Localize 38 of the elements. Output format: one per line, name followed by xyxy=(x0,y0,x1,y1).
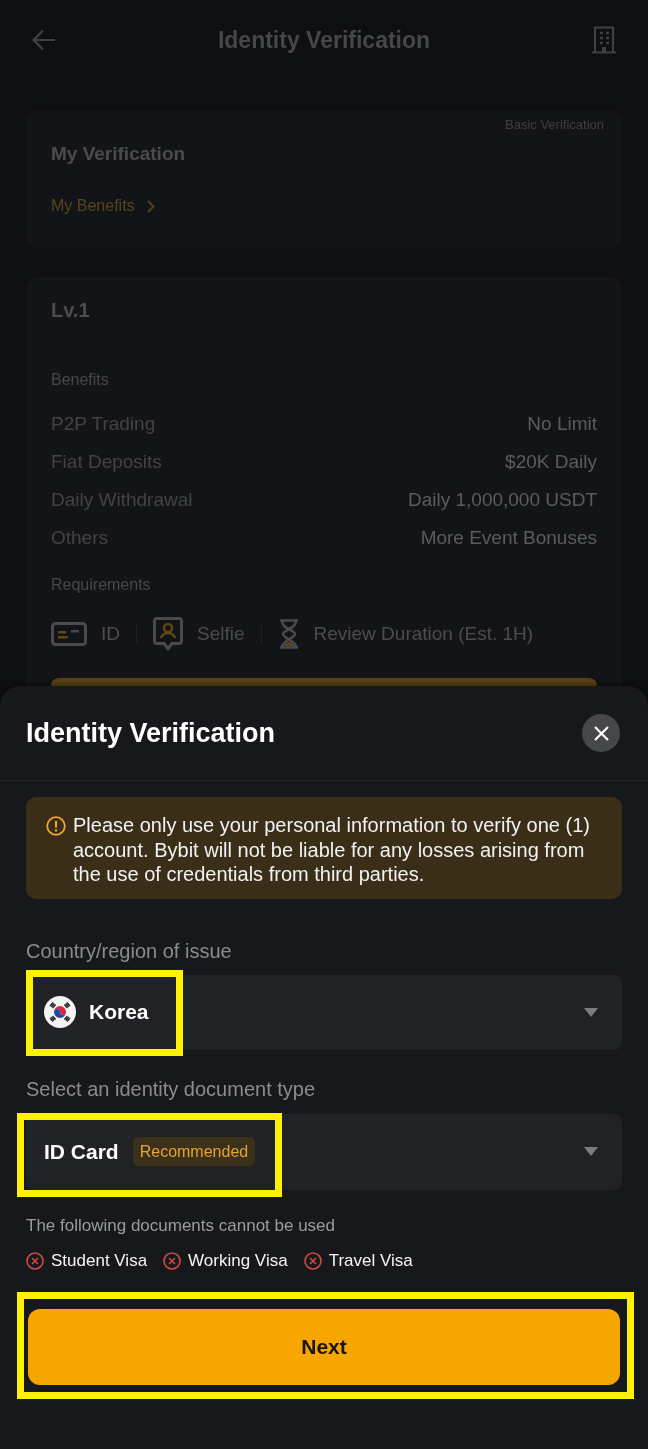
benefit-value: $20K Daily xyxy=(505,451,597,473)
field-label: Select an identity document type xyxy=(26,1076,317,1102)
id-card-icon xyxy=(51,622,87,646)
hourglass-icon xyxy=(277,619,300,649)
next-button[interactable]: Next xyxy=(28,1308,620,1385)
page-title: Identity Verification xyxy=(217,26,431,54)
field-label: Country/region of issue xyxy=(26,938,233,964)
chevron-right-icon xyxy=(146,199,155,213)
notice-text: Please only use your personal information to verify one (1) account. Bybit will not be liable for any losses arising from the use of credentials from third parties. xyxy=(73,813,591,887)
excluded-document: Student Visa xyxy=(51,1250,148,1271)
requirement-label: ID xyxy=(101,623,120,645)
requirement-label: Review Duration (Est. 1H) xyxy=(313,623,534,645)
level-title: Lv.1 xyxy=(51,298,91,323)
benefit-value: No Limit xyxy=(527,413,597,435)
document-type-value: ID Card xyxy=(44,1139,119,1164)
warning-icon xyxy=(46,816,66,836)
caret-down-icon xyxy=(584,1007,598,1017)
benefit-value: Daily 1,000,000 USDT xyxy=(407,489,597,511)
x-circle-icon xyxy=(163,1251,182,1270)
x-circle-icon xyxy=(303,1251,322,1270)
selfie-icon xyxy=(153,617,183,651)
excluded-document: Travel Visa xyxy=(328,1250,413,1271)
country-value: Korea xyxy=(89,1000,149,1024)
benefit-value: More Event Bonuses xyxy=(420,527,597,549)
document-type-select[interactable]: ID Card Recommended xyxy=(26,1113,622,1190)
recommended-tag: Recommended xyxy=(132,1137,256,1166)
requirement-label: Selfie xyxy=(197,623,245,645)
sheet-title: Identity Verification xyxy=(26,717,276,749)
close-icon xyxy=(593,725,609,741)
building-icon[interactable] xyxy=(592,26,616,54)
card-title: My Verification xyxy=(51,142,187,166)
caret-down-icon xyxy=(584,1147,598,1156)
close-button[interactable] xyxy=(582,714,620,752)
excluded-documents-label: The following documents cannot be used xyxy=(26,1214,337,1237)
x-circle-icon xyxy=(26,1251,44,1270)
back-arrow-icon[interactable] xyxy=(32,29,56,51)
flag-icon xyxy=(44,996,76,1028)
excluded-document: Working Visa xyxy=(188,1250,288,1271)
